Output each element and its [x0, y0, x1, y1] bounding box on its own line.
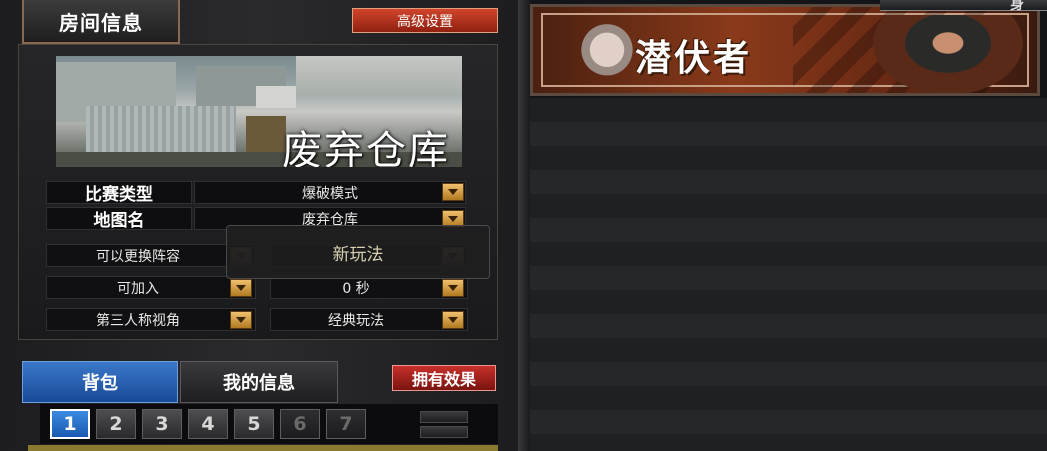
map-crate — [246, 116, 286, 156]
scroll-up-icon[interactable] — [420, 411, 468, 423]
match-type-label: 比赛类型 — [46, 181, 192, 205]
map-name-overlay: 废弃仓库 — [282, 128, 450, 167]
page-button-7[interactable]: 7 — [326, 409, 366, 439]
panel-divider — [518, 0, 530, 451]
new-mode-tooltip: 新玩法 — [226, 225, 490, 279]
chevron-down-icon[interactable] — [442, 183, 464, 201]
page-button-6[interactable]: 6 — [280, 409, 320, 439]
chevron-down-icon[interactable] — [442, 311, 464, 329]
tab-backpack[interactable]: 背包 — [22, 361, 178, 403]
team-banner: 潜伏者 — [530, 4, 1040, 96]
page-button-5[interactable]: 5 — [234, 409, 274, 439]
view-mode-select[interactable]: 第三人称视角 — [46, 308, 256, 331]
top-right-label: 身 — [1010, 0, 1024, 13]
player-list-area — [530, 98, 1047, 451]
time-select[interactable]: 0 秒 — [270, 276, 468, 299]
scroll-down-icon[interactable] — [420, 426, 468, 438]
advanced-settings-button[interactable]: 高级设置 — [352, 8, 498, 33]
chevron-down-icon[interactable] — [230, 311, 252, 329]
inventory-strip — [28, 445, 498, 451]
map-preview-image: 废弃仓库 — [56, 56, 462, 167]
match-type-select[interactable]: 爆破模式 — [194, 181, 466, 204]
play-mode-select[interactable]: 经典玩法 — [270, 308, 468, 331]
chevron-down-icon[interactable] — [230, 279, 252, 297]
page-button-3[interactable]: 3 — [142, 409, 182, 439]
chevron-down-icon[interactable] — [442, 279, 464, 297]
map-truck — [256, 86, 296, 108]
page-button-4[interactable]: 4 — [188, 409, 228, 439]
room-info-tab[interactable]: 房间信息 — [22, 0, 180, 44]
tab-my-info[interactable]: 我的信息 — [180, 361, 338, 403]
team-change-select[interactable]: 可以更换阵容 — [46, 244, 256, 267]
page-button-2[interactable]: 2 — [96, 409, 136, 439]
map-roof — [296, 56, 462, 96]
joinable-select[interactable]: 可加入 — [46, 276, 256, 299]
owned-effects-button[interactable]: 拥有效果 — [392, 365, 496, 391]
page-button-1[interactable]: 1 — [50, 409, 90, 439]
team-name: 潜伏者 — [635, 38, 753, 79]
soldier-portrait — [873, 15, 1023, 93]
lion-emblem-icon — [563, 21, 643, 85]
map-name-label: 地图名 — [46, 207, 192, 231]
